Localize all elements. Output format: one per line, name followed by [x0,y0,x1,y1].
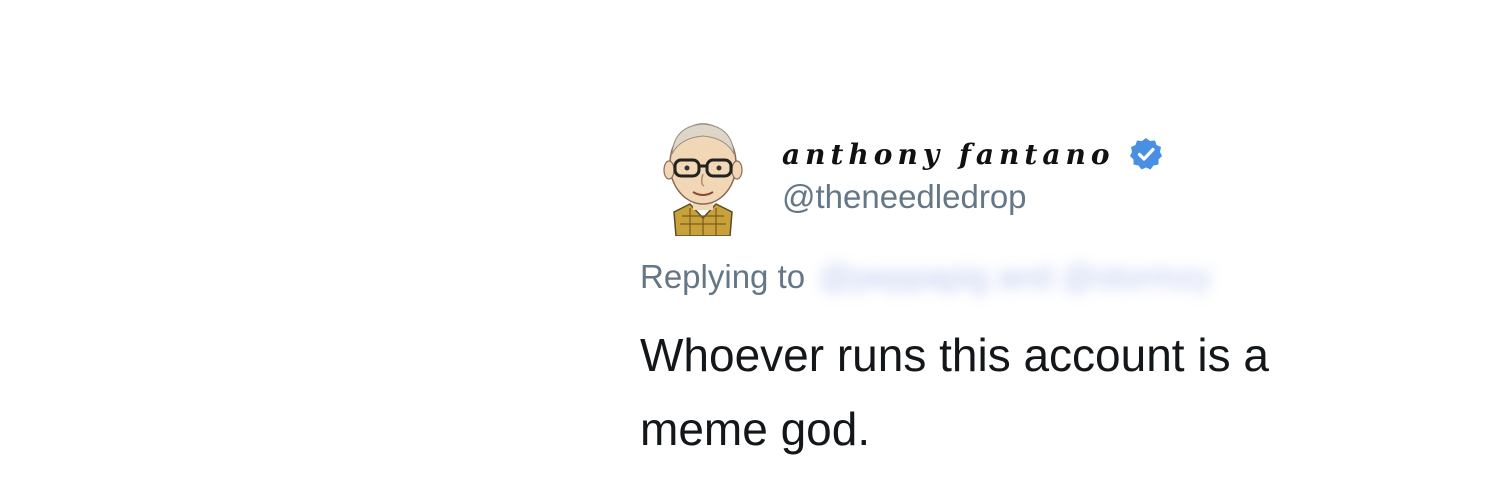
avatar[interactable] [660,120,746,236]
replying-to: Replying to @peppapig and @stormzy [640,258,1211,296]
tweet-card: anthony fantano @theneedledrop Replying … [640,118,1400,478]
cartoon-face-icon [663,123,743,236]
verified-badge-icon [1129,137,1163,171]
tweet-text: Whoever runs this account is a meme god. [640,329,1269,455]
replying-to-label: Replying to [640,258,806,295]
replying-to-targets[interactable]: @peppapig and @stormzy [819,258,1211,296]
author-name-row: anthony fantano [782,132,1163,176]
author-handle[interactable]: @theneedledrop [782,178,1027,216]
display-name[interactable]: anthony fantano [782,138,1115,171]
